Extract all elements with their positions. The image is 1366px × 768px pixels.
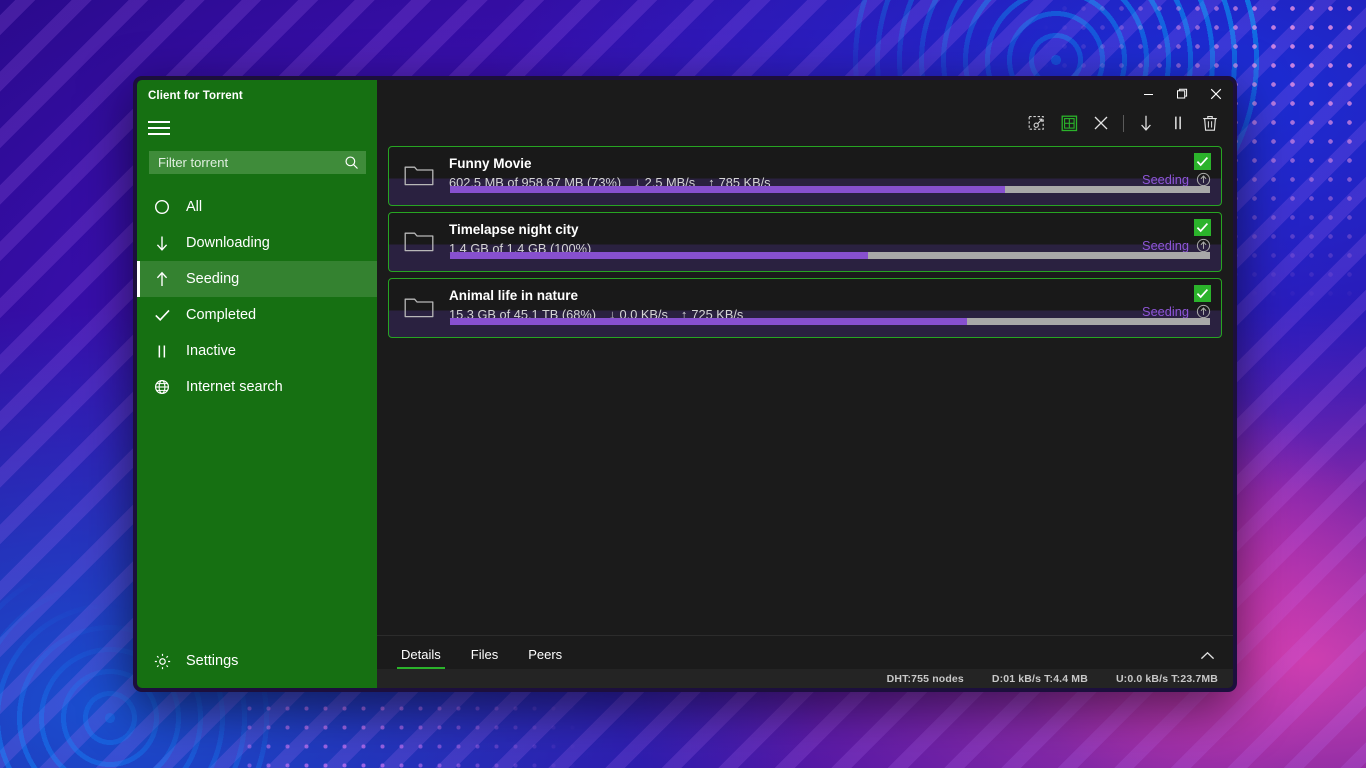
sidebar-item-downloading[interactable]: Downloading <box>137 225 377 261</box>
start-download-button[interactable] <box>1133 110 1159 136</box>
progress-bar-fill <box>450 186 1005 193</box>
torrent-client-window: Client for Torrent Filter torrent All Do… <box>133 76 1237 692</box>
upload-circle-icon[interactable] <box>1196 238 1211 253</box>
hamburger-icon-bar <box>148 127 170 129</box>
folder-icon <box>402 162 436 186</box>
folder-icon <box>402 294 436 318</box>
remove-torrent-button[interactable] <box>1088 110 1114 136</box>
torrent-status-line: Seeding <box>1142 238 1211 253</box>
delete-torrent-button[interactable] <box>1197 110 1223 136</box>
torrent-name: Timelapse night city <box>449 222 579 237</box>
torrent-select-checkbox[interactable] <box>1194 285 1211 302</box>
sidebar-item-label: Seeding <box>186 271 240 287</box>
sidebar-item-settings[interactable]: Settings <box>137 644 377 678</box>
torrent-select-checkbox[interactable] <box>1194 219 1211 236</box>
torrent-status-line: Seeding <box>1142 304 1211 319</box>
progress-bar-fill <box>450 252 868 259</box>
sidebar-item-label: Completed <box>186 307 257 323</box>
torrent-name: Animal life in nature <box>449 288 579 303</box>
sidebar-item-inactive[interactable]: Inactive <box>137 333 377 369</box>
window-titlebar <box>377 80 1233 108</box>
status-bar: DHT:755 nodes D:01 kB/s T:4.4 MB U:0.0 k… <box>377 669 1233 688</box>
chevron-up-icon[interactable] <box>1192 643 1222 669</box>
arrow-up-icon <box>151 271 173 288</box>
sidebar-nav-list: All Downloading Seeding Completed Inacti… <box>137 189 377 405</box>
sidebar-item-label: All <box>186 199 203 215</box>
toolbar-separator <box>1123 114 1124 132</box>
detail-tabbar: Details Files Peers <box>377 635 1233 669</box>
upload-status: U:0.0 kB/s T:23.7MB <box>1115 672 1218 685</box>
progress-bar-fill <box>450 318 967 325</box>
globe-icon <box>151 379 173 395</box>
hamburger-icon-bar <box>148 133 170 135</box>
progress-bar-track <box>450 186 1210 193</box>
folder-icon <box>402 228 436 252</box>
main-panel: Funny Movie 602.5 MB of 958.67 MB (73%) … <box>377 80 1233 688</box>
arrow-down-icon <box>151 235 173 252</box>
sidebar-item-label: Internet search <box>186 379 283 395</box>
upload-circle-icon[interactable] <box>1196 172 1211 187</box>
torrent-status-line: Seeding <box>1142 172 1211 187</box>
sidebar-item-seeding[interactable]: Seeding <box>137 261 377 297</box>
action-toolbar <box>377 108 1233 138</box>
bottom-panel: Details Files Peers DHT:755 nodes D:01 k… <box>377 635 1233 688</box>
tab-peers[interactable]: Peers <box>524 647 566 669</box>
settings-label: Settings <box>186 653 239 669</box>
pause-torrent-button[interactable] <box>1165 110 1191 136</box>
torrent-row-right: Seeding <box>1142 285 1211 319</box>
window-body: Client for Torrent Filter torrent All Do… <box>137 80 1233 688</box>
sidebar-item-label: Inactive <box>186 343 236 359</box>
torrent-row-right: Seeding <box>1142 153 1211 187</box>
circle-icon <box>151 199 173 215</box>
sidebar-item-all[interactable]: All <box>137 189 377 225</box>
hamburger-icon-bar <box>148 121 170 123</box>
progress-bar-track <box>450 318 1210 325</box>
progress-bar-track <box>450 252 1210 259</box>
close-button[interactable] <box>1199 80 1233 108</box>
app-title: Client for Torrent <box>148 90 243 102</box>
add-torrent-file-button[interactable] <box>1024 110 1050 136</box>
maximize-button[interactable] <box>1165 80 1199 108</box>
download-status: D:01 kB/s T:4.4 MB <box>991 672 1088 685</box>
torrent-name: Funny Movie <box>449 156 532 171</box>
filter-torrent-box[interactable] <box>149 151 366 174</box>
add-magnet-link-button[interactable] <box>1056 110 1082 136</box>
gear-icon <box>151 653 173 670</box>
table-row[interactable]: Funny Movie 602.5 MB of 958.67 MB (73%) … <box>388 146 1222 206</box>
sidebar-item-label: Downloading <box>186 235 270 251</box>
status-badge: Seeding <box>1142 238 1189 253</box>
torrent-select-checkbox[interactable] <box>1194 153 1211 170</box>
table-row[interactable]: Animal life in nature 15.3 GB of 45.1 TB… <box>388 278 1222 338</box>
upload-circle-icon[interactable] <box>1196 304 1211 319</box>
status-badge: Seeding <box>1142 172 1189 187</box>
filter-torrent-input[interactable] <box>158 155 344 170</box>
search-icon[interactable] <box>344 155 359 170</box>
pause-icon <box>151 344 173 359</box>
table-row[interactable]: Timelapse night city 1.4 GB of 1.4 GB (1… <box>388 212 1222 272</box>
status-badge: Seeding <box>1142 304 1189 319</box>
torrent-list[interactable]: Funny Movie 602.5 MB of 958.67 MB (73%) … <box>377 138 1233 635</box>
dht-status: DHT:755 nodes <box>886 672 964 685</box>
hamburger-menu-button[interactable] <box>137 111 181 145</box>
torrent-row-right: Seeding <box>1142 219 1211 253</box>
sidebar-item-completed[interactable]: Completed <box>137 297 377 333</box>
tab-details[interactable]: Details <box>397 647 445 669</box>
desktop-background: Client for Torrent Filter torrent All Do… <box>0 0 1366 768</box>
sidebar: Client for Torrent Filter torrent All Do… <box>137 80 377 688</box>
tab-files[interactable]: Files <box>467 647 502 669</box>
sidebar-item-internet-search[interactable]: Internet search <box>137 369 377 405</box>
check-icon <box>151 307 173 323</box>
minimize-button[interactable] <box>1131 80 1165 108</box>
